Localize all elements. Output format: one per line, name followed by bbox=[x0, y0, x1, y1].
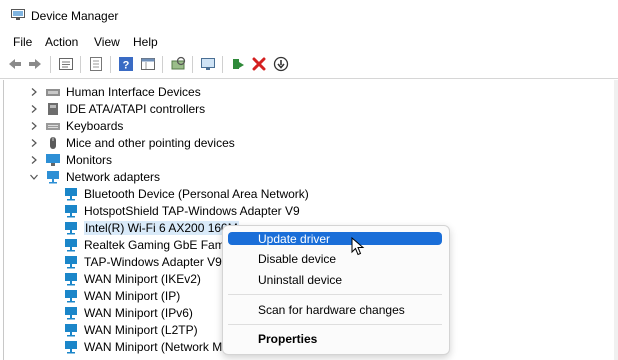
scan-hardware-icon[interactable] bbox=[170, 56, 186, 72]
network-adapter-icon bbox=[65, 221, 77, 234]
adapter-item[interactable]: HotspotShield TAP-Windows Adapter V9 bbox=[63, 202, 300, 219]
monitor-icon bbox=[46, 153, 60, 166]
mouse-cursor-icon bbox=[351, 237, 365, 256]
adapter-label: WAN Miniport (IPv6) bbox=[84, 305, 193, 320]
chevron-right-icon[interactable] bbox=[29, 138, 39, 148]
tree-category-keyboards[interactable]: Keyboards bbox=[29, 117, 123, 134]
adapter-label: TAP-Windows Adapter V9 bbox=[84, 254, 222, 269]
vertical-scrollbar[interactable] bbox=[614, 80, 618, 360]
tree-label: Network adapters bbox=[66, 169, 161, 184]
keyboard-icon bbox=[46, 122, 60, 130]
menu-separator bbox=[228, 324, 442, 325]
show-hidden-icon[interactable] bbox=[88, 56, 104, 72]
menu-item-label: Properties bbox=[258, 332, 318, 346]
tree-label: Human Interface Devices bbox=[66, 84, 201, 99]
menu-item-label: Scan for hardware changes bbox=[258, 303, 405, 317]
window-title: Device Manager bbox=[31, 9, 119, 23]
tree-label: Mice and other pointing devices bbox=[66, 135, 235, 150]
context-menu: Update driver Disable device Uninstall d… bbox=[222, 225, 450, 355]
menu-file[interactable]: File bbox=[13, 35, 32, 49]
back-arrow-icon[interactable] bbox=[7, 56, 23, 72]
adapter-label: Bluetooth Device (Personal Area Network) bbox=[84, 186, 309, 201]
view-icon[interactable] bbox=[140, 56, 156, 72]
network-adapter-icon bbox=[65, 187, 77, 200]
menu-action[interactable]: Action bbox=[45, 35, 78, 49]
network-adapter-icon bbox=[65, 272, 77, 285]
chevron-right-icon[interactable] bbox=[29, 121, 39, 131]
adapter-label: Realtek Gaming GbE Family bbox=[84, 237, 237, 252]
chevron-right-icon[interactable] bbox=[29, 87, 39, 97]
menu-item-uninstall-device[interactable]: Uninstall device bbox=[228, 273, 442, 287]
adapter-item-selected[interactable]: Intel(R) Wi-Fi 6 AX200 160M bbox=[63, 219, 239, 236]
adapter-item[interactable]: WAN Miniport (IPv6) bbox=[63, 304, 193, 321]
menu-item-label: Update driver bbox=[258, 232, 331, 246]
adapter-label: HotspotShield TAP-Windows Adapter V9 bbox=[84, 203, 300, 218]
hid-icon bbox=[46, 88, 60, 96]
adapter-item[interactable]: Realtek Gaming GbE Family bbox=[63, 236, 236, 253]
forward-arrow-icon[interactable] bbox=[27, 56, 43, 72]
mouse-icon bbox=[50, 136, 56, 149]
menu-item-label: Disable device bbox=[258, 252, 337, 266]
update-driver-icon[interactable] bbox=[273, 56, 289, 72]
adapter-item[interactable]: Bluetooth Device (Personal Area Network) bbox=[63, 185, 309, 202]
adapter-label: WAN Miniport (L2TP) bbox=[84, 322, 198, 337]
menu-separator bbox=[228, 294, 442, 295]
menu-view[interactable]: View bbox=[94, 35, 120, 49]
menu-item-scan-hardware[interactable]: Scan for hardware changes bbox=[228, 303, 442, 317]
tree-label: Monitors bbox=[66, 152, 113, 167]
tree-category-mice[interactable]: Mice and other pointing devices bbox=[29, 134, 235, 151]
tree-category-monitors[interactable]: Monitors bbox=[29, 151, 112, 168]
disk-controller-icon bbox=[48, 102, 58, 115]
tree-label: Keyboards bbox=[66, 118, 124, 133]
uninstall-x-icon[interactable] bbox=[251, 56, 267, 72]
network-adapter-icon bbox=[65, 289, 77, 302]
tree-category-human-interface-devices[interactable]: Human Interface Devices bbox=[29, 83, 201, 100]
tree-category-network-adapters[interactable]: Network adapters bbox=[29, 168, 160, 185]
chevron-right-icon[interactable] bbox=[29, 155, 39, 165]
svg-text:?: ? bbox=[123, 60, 130, 72]
toolbar-separator bbox=[110, 56, 111, 73]
toolbar-separator bbox=[192, 56, 193, 73]
adapter-item[interactable]: WAN Miniport (L2TP) bbox=[63, 321, 198, 338]
menu-item-update-driver[interactable]: Update driver bbox=[228, 232, 442, 246]
menu-help[interactable]: Help bbox=[133, 35, 158, 49]
properties-icon[interactable] bbox=[58, 56, 74, 72]
toolbar: ? bbox=[0, 52, 618, 79]
monitor-icon[interactable] bbox=[200, 56, 216, 72]
adapter-item[interactable]: WAN Miniport (IP) bbox=[63, 287, 180, 304]
chevron-down-icon[interactable] bbox=[29, 172, 39, 182]
chevron-right-icon[interactable] bbox=[29, 104, 39, 114]
menu-item-label: Uninstall device bbox=[258, 273, 343, 287]
network-adapter-icon bbox=[65, 204, 77, 217]
network-adapter-icon bbox=[65, 238, 77, 251]
title-bar: Device Manager bbox=[0, 0, 618, 32]
adapter-item[interactable]: WAN Miniport (IKEv2) bbox=[63, 270, 201, 287]
toolbar-separator bbox=[80, 56, 81, 73]
help-icon[interactable]: ? bbox=[118, 56, 134, 72]
network-adapter-icon bbox=[65, 255, 77, 268]
network-adapter-icon bbox=[47, 170, 59, 183]
toolbar-separator bbox=[50, 56, 51, 73]
menu-item-properties[interactable]: Properties bbox=[228, 332, 442, 346]
adapter-item[interactable]: TAP-Windows Adapter V9 bbox=[63, 253, 222, 270]
menu-bar: File Action View Help bbox=[0, 32, 618, 52]
adapter-label: WAN Miniport (IKEv2) bbox=[84, 271, 201, 286]
network-adapter-icon bbox=[65, 306, 77, 319]
enable-device-icon[interactable] bbox=[230, 56, 246, 72]
adapter-label: WAN Miniport (IP) bbox=[84, 288, 181, 303]
menu-item-disable-device[interactable]: Disable device bbox=[228, 252, 442, 266]
adapter-label: Intel(R) Wi-Fi 6 AX200 160M bbox=[84, 220, 239, 235]
toolbar-separator bbox=[162, 56, 163, 73]
device-manager-icon bbox=[11, 9, 25, 20]
network-adapter-icon bbox=[65, 323, 77, 336]
tree-category-ide-controllers[interactable]: IDE ATA/ATAPI controllers bbox=[29, 100, 205, 117]
network-adapter-icon bbox=[65, 340, 77, 353]
tree-label: IDE ATA/ATAPI controllers bbox=[66, 101, 206, 116]
toolbar-separator bbox=[222, 56, 223, 73]
